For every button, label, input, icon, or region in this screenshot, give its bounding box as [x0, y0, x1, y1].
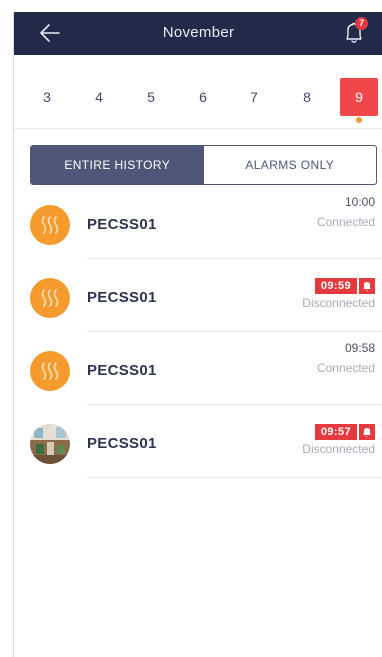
day-6[interactable]: 6 — [184, 78, 222, 116]
device-name: PECSS01 — [87, 362, 157, 379]
app-screen: November 7 3 4 5 6 7 8 9 ENTIRE HISTORY … — [13, 12, 382, 657]
row-divider — [87, 477, 382, 478]
day-5[interactable]: 5 — [132, 78, 170, 116]
history-filter: ENTIRE HISTORY ALARMS ONLY — [30, 145, 377, 185]
event-status: Connected — [316, 215, 375, 229]
page-title: November — [162, 24, 235, 41]
heater-icon — [30, 351, 70, 391]
day-9-selected[interactable]: 9 — [340, 78, 378, 116]
day-3[interactable]: 3 — [28, 78, 66, 116]
heater-icon — [30, 205, 70, 245]
event-status: Disconnected — [302, 296, 375, 310]
list-item[interactable]: PECSS01 09:58 Connected — [14, 333, 382, 405]
room-photo — [30, 424, 70, 464]
list-item[interactable]: PECSS01 09:57 Disconnected — [14, 406, 382, 478]
list-item[interactable]: PECSS01 10:00 Connected — [14, 187, 382, 259]
notifications-button[interactable]: 7 — [341, 17, 368, 47]
day-selector: 3 4 5 6 7 8 9 — [14, 55, 382, 129]
alarms-only-tab[interactable]: ALARMS ONLY — [204, 146, 377, 184]
entire-history-tab[interactable]: ENTIRE HISTORY — [31, 146, 204, 184]
alarm-badge: 09:57 — [314, 424, 375, 440]
alarm-bell-icon — [359, 278, 375, 294]
selected-day-indicator — [356, 117, 362, 123]
alarm-time: 09:57 — [314, 424, 357, 440]
notification-badge: 7 — [355, 17, 368, 30]
day-8[interactable]: 8 — [288, 78, 326, 116]
row-divider — [87, 331, 382, 332]
event-status: Connected — [316, 361, 375, 375]
top-bar: November 7 — [14, 12, 382, 55]
alarm-time: 09:59 — [314, 278, 357, 294]
device-name: PECSS01 — [87, 216, 157, 233]
heater-icon — [30, 278, 70, 318]
event-time: 09:58 — [344, 341, 375, 355]
device-name: PECSS01 — [87, 289, 157, 306]
day-7[interactable]: 7 — [235, 78, 273, 116]
day-4[interactable]: 4 — [80, 78, 118, 116]
alarm-badge: 09:59 — [314, 278, 375, 294]
alarm-bell-icon — [359, 424, 375, 440]
list-item[interactable]: PECSS01 09:59 Disconnected — [14, 260, 382, 332]
row-divider — [87, 258, 382, 259]
event-time: 10:00 — [344, 195, 375, 209]
row-divider — [87, 404, 382, 405]
event-status: Disconnected — [302, 442, 375, 456]
device-name: PECSS01 — [87, 435, 157, 452]
